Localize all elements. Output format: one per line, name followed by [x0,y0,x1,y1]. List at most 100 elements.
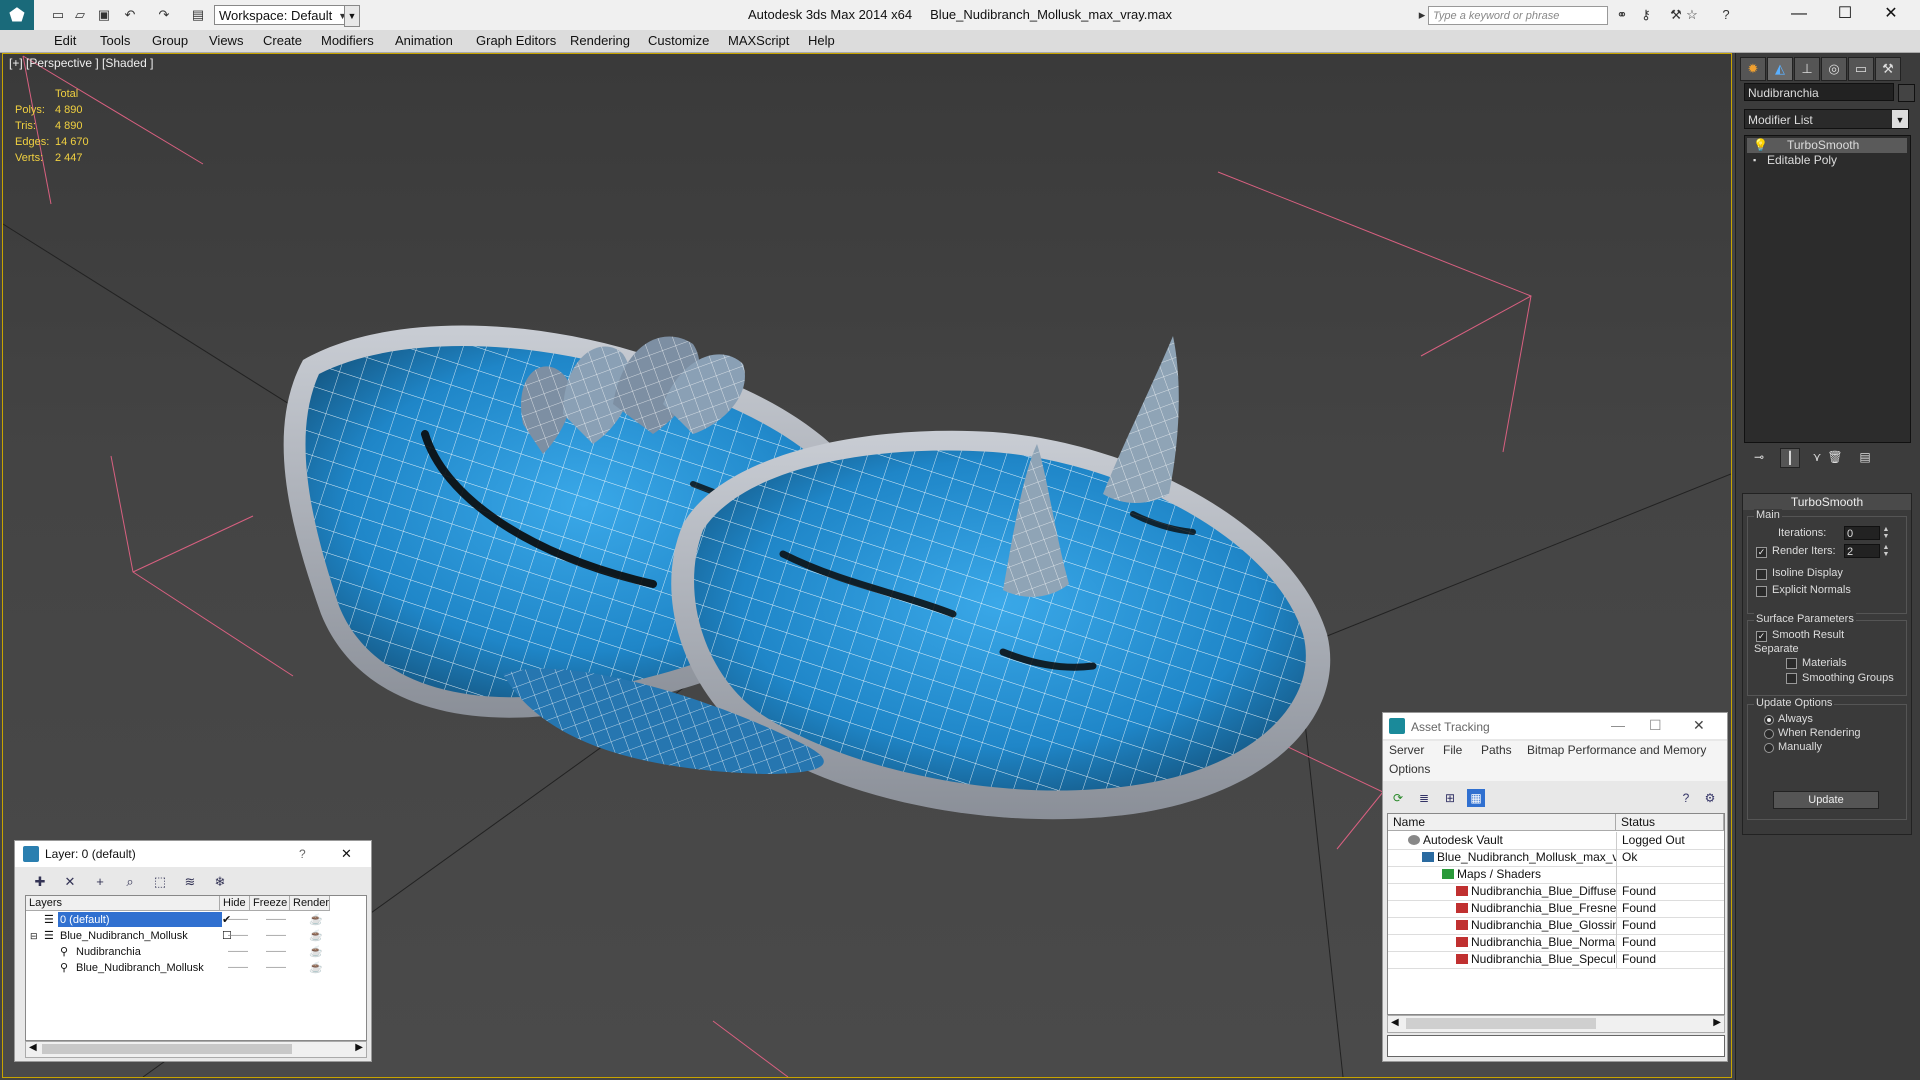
collapse-icon[interactable]: ⊟ [30,928,38,944]
spinner-arrows-icon[interactable]: ▲ ▼ [1882,544,1890,558]
motion-tab-icon[interactable]: ◎ [1821,57,1847,81]
asset-row[interactable]: Blue_Nudibranch_Mollusk_max_vray.max Ok [1388,849,1724,867]
hide-toggle[interactable]: —— [228,912,248,928]
isoline-display-checkbox[interactable] [1756,569,1767,580]
menu-animation[interactable]: Animation [395,33,453,48]
create-tab-icon[interactable]: ✹ [1740,57,1766,81]
help-icon[interactable]: ? [1677,789,1695,807]
menu-views[interactable]: Views [209,33,243,48]
key-icon[interactable]: ⚷ [1638,7,1654,23]
menu-file[interactable]: File [1443,743,1462,757]
menu-options[interactable]: Options [1389,762,1430,776]
object-color-swatch[interactable] [1898,84,1915,102]
freeze-toggle[interactable]: —— [266,960,286,976]
asset-row[interactable]: Nudibranchia_Blue_Glossiness.png Found [1388,917,1724,935]
freeze-toggle[interactable]: —— [266,928,286,944]
tools-icon[interactable]: ⚒ [1668,7,1684,23]
spinner-arrows-icon[interactable]: ▲ ▼ [1882,526,1890,540]
smoothing-groups-checkbox[interactable] [1786,673,1797,684]
menu-rendering[interactable]: Rendering [570,33,630,48]
column-name[interactable]: Name [1388,814,1616,831]
freeze-all-icon[interactable]: ❄ [211,873,229,891]
column-render[interactable]: Render [290,896,330,911]
configure-sets-icon[interactable]: ▤ [1856,448,1874,466]
menu-modifiers[interactable]: Modifiers [321,33,374,48]
show-end-result-icon[interactable]: ┃ [1780,448,1800,468]
minimize-button[interactable]: — [1611,717,1625,733]
freeze-toggle[interactable]: —— [266,912,286,928]
help-button[interactable]: ? [299,847,306,861]
column-freeze[interactable]: Freeze [250,896,290,911]
viewport-label[interactable]: [+] [Perspective ] [Shaded ] [9,56,153,70]
asset-horizontal-scrollbar[interactable]: ◀ ▶ [1387,1015,1725,1033]
refresh-icon[interactable]: ⟳ [1389,789,1407,807]
menu-paths[interactable]: Paths [1481,743,1512,757]
utilities-tab-icon[interactable]: ⚒ [1875,57,1901,81]
always-radio[interactable] [1764,715,1774,725]
hide-all-icon[interactable]: ≋ [181,873,199,891]
menu-help[interactable]: Help [808,33,835,48]
column-status[interactable]: Status [1616,814,1724,831]
close-button[interactable]: ✕ [1693,717,1705,734]
modify-tab-icon[interactable]: ◭ [1767,57,1793,81]
add-to-layer-icon[interactable]: + [91,873,109,891]
scroll-thumb[interactable] [42,1044,292,1054]
maximize-button[interactable]: ☐ [1822,0,1868,30]
menu-create[interactable]: Create [263,33,302,48]
star-icon[interactable]: ☆ [1684,7,1700,23]
column-hide[interactable]: Hide [220,896,250,911]
iterations-spinner[interactable]: 0 [1844,526,1880,540]
help-icon[interactable]: ? [1718,7,1734,23]
menu-customize[interactable]: Customize [648,33,709,48]
expand-icon[interactable]: ▪ [1753,153,1756,168]
scroll-left-icon[interactable]: ◀ [29,1042,37,1053]
render-teapot-icon[interactable]: ☕ [309,944,323,960]
stack-item-editable-poly[interactable]: ▪ Editable Poly [1747,153,1907,168]
delete-layer-icon[interactable]: ✕ [61,873,79,891]
maximize-button[interactable]: ☐ [1649,717,1662,734]
asset-row[interactable]: Maps / Shaders [1388,866,1724,884]
layer-row[interactable]: ⚲ Nudibranchia —— —— ☕ [26,944,366,960]
layer-horizontal-scrollbar[interactable]: ◀ ▶ [25,1041,367,1058]
lightbulb-icon[interactable]: 💡 [1753,138,1768,153]
settings-icon[interactable]: ⚙ [1701,789,1719,807]
binoculars-icon[interactable]: ⚭ [1614,7,1630,23]
search-input[interactable]: Type a keyword or phrase [1428,6,1608,25]
freeze-toggle[interactable]: —— [266,944,286,960]
layer-dialog-titlebar[interactable]: Layer: 0 (default) ? ✕ [15,841,371,867]
scroll-right-icon[interactable]: ▶ [355,1042,363,1053]
hide-toggle[interactable]: —— [228,944,248,960]
list-view-icon[interactable]: ≣ [1415,789,1433,807]
menu-graph-editors[interactable]: Graph Editors [476,33,556,48]
asset-row[interactable]: Nudibranchia_Blue_Diffuse.png Found [1388,883,1724,901]
minimize-button[interactable]: — [1776,0,1822,30]
scroll-left-icon[interactable]: ◀ [1391,1017,1399,1028]
display-tab-icon[interactable]: ▭ [1848,57,1874,81]
asset-row[interactable]: Nudibranchia_Blue_Fresnel.png Found [1388,900,1724,918]
asset-dialog-titlebar[interactable]: Asset Tracking — ☐ ✕ [1383,713,1727,739]
asset-row[interactable]: Nudibranchia_Blue_Specular.png Found [1388,951,1724,969]
close-button[interactable]: ✕ [1868,0,1914,30]
render-teapot-icon[interactable]: ☕ [309,960,323,976]
stack-item-turbosmooth[interactable]: 💡 TurboSmooth [1747,138,1907,153]
menu-tools[interactable]: Tools [100,33,130,48]
render-iters-spinner[interactable]: 2 [1844,544,1880,558]
hide-toggle[interactable]: —— [228,928,248,944]
smooth-result-checkbox[interactable]: ✓ [1756,631,1767,642]
asset-row[interactable]: Autodesk Vault Logged Out [1388,832,1724,850]
pin-stack-icon[interactable]: ⊸ [1750,448,1768,466]
rollout-header[interactable]: TurboSmooth [1743,494,1911,510]
select-objects-icon[interactable]: ⌕ [121,873,139,891]
make-unique-icon[interactable]: ⋎ [1808,448,1826,466]
layer-row[interactable]: ⚲ Blue_Nudibranch_Mollusk —— —— ☕ [26,960,366,976]
explicit-normals-checkbox[interactable] [1756,586,1767,597]
remove-modifier-icon[interactable]: 🗑 [1826,448,1844,466]
render-teapot-icon[interactable]: ☕ [309,912,323,928]
close-button[interactable]: ✕ [341,846,352,862]
hierarchy-tab-icon[interactable]: ⊥ [1794,57,1820,81]
create-layer-icon[interactable]: ✚ [31,873,49,891]
render-teapot-icon[interactable]: ☕ [309,928,323,944]
table-view-icon[interactable]: ▦ [1467,789,1485,807]
manually-radio[interactable] [1764,743,1774,753]
hide-toggle[interactable]: —— [228,960,248,976]
